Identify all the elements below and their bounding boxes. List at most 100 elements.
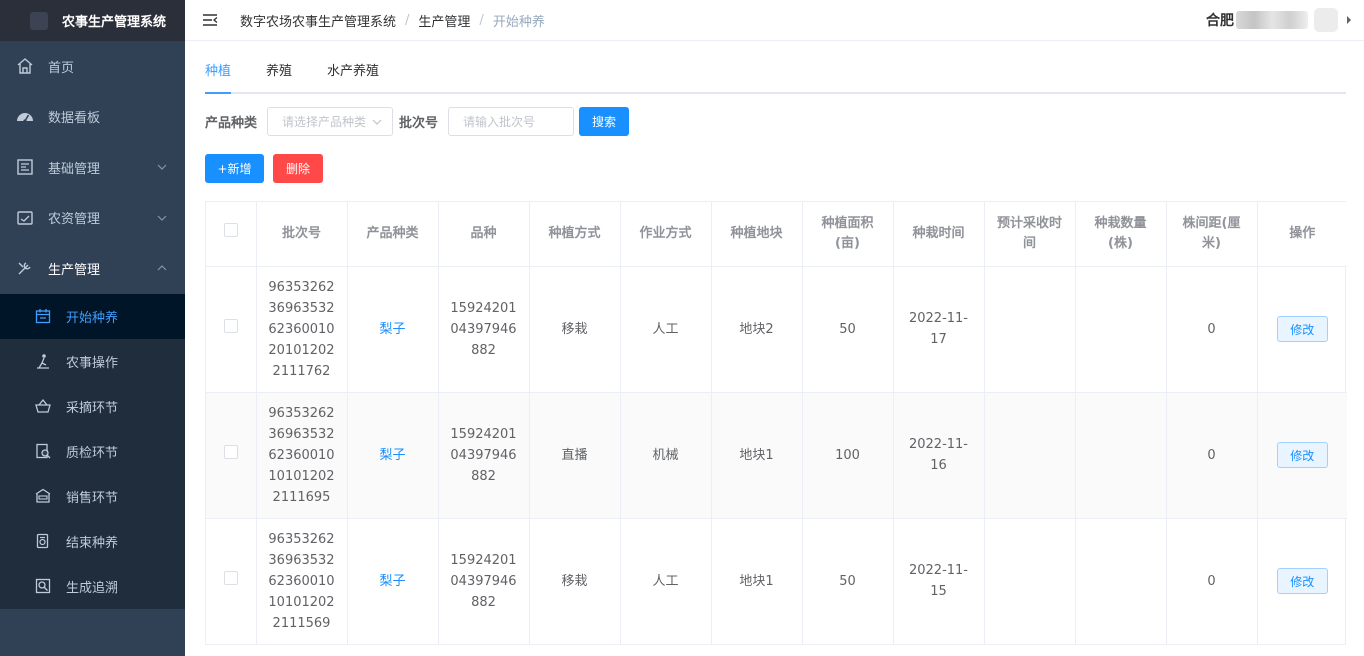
edit-button[interactable]: 修改 — [1276, 442, 1328, 468]
farm-operation-icon — [34, 352, 52, 370]
column-header: 品种 — [438, 202, 530, 267]
cell-area: 100 — [802, 392, 894, 519]
table-row[interactable]: 963532623696353262360010101012022111569 … — [206, 518, 1347, 644]
sidebar-item-production[interactable]: 生产管理 — [0, 243, 185, 294]
breadcrumb-item-system[interactable]: 数字农场农事生产管理系统 — [240, 11, 396, 30]
sidebar-item-label: 销售环节 — [66, 490, 119, 506]
sidebar-item-trace[interactable]: 生成追溯 — [0, 564, 185, 609]
inspection-icon — [34, 442, 52, 460]
production-icon — [16, 259, 34, 277]
logo[interactable]: 农事生产管理系统 — [0, 0, 185, 41]
calendar-icon — [34, 307, 52, 325]
column-header: 种植地块 — [711, 202, 803, 267]
chevron-down-icon — [372, 119, 382, 125]
trace-icon — [34, 577, 52, 595]
row-checkbox[interactable] — [223, 444, 238, 459]
column-header: 批次号 — [256, 202, 348, 267]
cell-harvest — [984, 266, 1076, 393]
chevron-down-icon — [157, 215, 167, 221]
tab-aquaculture[interactable]: 水产养殖 — [327, 52, 379, 92]
tab-planting[interactable]: 种植 — [205, 52, 232, 94]
column-header: 种植面积(亩) — [802, 202, 894, 267]
header-checkbox-cell — [206, 202, 257, 267]
cell-product-link[interactable]: 梨子 — [379, 448, 405, 463]
cell-variety: 1592420104397946882 — [438, 266, 530, 393]
breadcrumb: 数字农场农事生产管理系统 / 生产管理 / 开始种养 — [240, 11, 545, 30]
add-button[interactable]: +新增 — [205, 154, 264, 183]
sidebar-item-basic-manage[interactable]: 基础管理 — [0, 142, 185, 193]
sidebar-item-farm-operation[interactable]: 农事操作 — [0, 339, 185, 384]
app-root: 农事生产管理系统 首页 数据看板 基础管理 农资管理 生产管理 开始种养 农事操… — [0, 0, 1364, 656]
sidebar-item-label: 农资管理 — [48, 212, 101, 228]
sidebar-item-inspection[interactable]: 质检环节 — [0, 429, 185, 474]
cell-batch: 963532623696353262360010101012022111695 — [256, 392, 348, 519]
table-row[interactable]: 963532623696353262360010201012022111762 … — [206, 266, 1347, 393]
sidebar-item-harvest[interactable]: 采摘环节 — [0, 384, 185, 429]
logo-icon — [30, 11, 48, 30]
delete-button[interactable]: 删除 — [273, 154, 323, 183]
edit-button[interactable]: 修改 — [1276, 316, 1328, 342]
sidebar-item-dashboard[interactable]: 数据看板 — [0, 92, 185, 143]
select-all-checkbox[interactable] — [223, 223, 238, 238]
cell-plot: 地块1 — [711, 392, 803, 519]
table-row[interactable]: 963532623696353262360010101012022111695 … — [206, 392, 1347, 519]
sidebar-item-sales[interactable]: 销售环节 — [0, 474, 185, 519]
app-title: 农事生产管理系统 — [62, 15, 167, 30]
sidebar-item-label: 基础管理 — [48, 161, 101, 177]
caret-right-icon[interactable] — [1346, 16, 1352, 24]
product-type-select[interactable]: 请选择产品种类 — [267, 107, 394, 136]
sidebar-item-end-planting[interactable]: 结束种养 — [0, 519, 185, 564]
basket-icon — [34, 397, 52, 415]
cell-method: 直播 — [529, 392, 621, 519]
cell-operation: 人工 — [620, 518, 712, 644]
cell-batch: 963532623696353262360010101012022111569 — [256, 518, 348, 644]
column-header: 株间距(厘米) — [1166, 202, 1258, 267]
main-content: 种植 养殖 水产养殖 产品种类 请选择产品种类 批次号 搜索 +新增 删除 — [205, 41, 1347, 645]
sidebar-item-label: 质检环节 — [66, 445, 119, 461]
batch-input[interactable] — [448, 107, 575, 136]
supplies-icon — [16, 209, 34, 227]
user-menu[interactable]: 合肥 — [1206, 8, 1352, 32]
cell-area: 50 — [802, 266, 894, 393]
home-icon — [16, 57, 34, 75]
breadcrumb-separator: / — [405, 12, 410, 28]
cell-harvest — [984, 392, 1076, 519]
sidebar-item-supplies[interactable]: 农资管理 — [0, 193, 185, 244]
cell-batch: 963532623696353262360010201012022111762 — [256, 266, 348, 393]
cell-method: 移栽 — [529, 518, 621, 644]
breadcrumb-separator: / — [479, 12, 484, 28]
cell-spacing: 0 — [1166, 266, 1258, 393]
cell-date: 2022-11-15 — [893, 518, 985, 644]
cell-spacing: 0 — [1166, 518, 1258, 644]
product-type-label: 产品种类 — [205, 116, 258, 131]
column-header: 作业方式 — [620, 202, 712, 267]
column-header: 操作 — [1257, 202, 1347, 267]
avatar[interactable] — [1314, 8, 1338, 32]
search-button[interactable]: 搜索 — [579, 107, 630, 136]
cell-plot: 地块1 — [711, 518, 803, 644]
production-submenu: 开始种养 农事操作 采摘环节 质检环节 销售环节 结束种养 生成追溯 — [0, 293, 185, 609]
action-bar: +新增 删除 — [205, 154, 1346, 183]
sidebar-item-label: 数据看板 — [48, 111, 101, 127]
user-name: 合肥 — [1206, 13, 1234, 29]
sidebar-item-home[interactable]: 首页 — [0, 41, 185, 92]
user-name-blurred — [1236, 11, 1308, 29]
cell-product-link[interactable]: 梨子 — [379, 574, 405, 589]
cell-variety: 1592420104397946882 — [438, 392, 530, 519]
tab-breeding[interactable]: 养殖 — [266, 52, 292, 92]
sidebar-item-label: 结束种养 — [66, 535, 119, 551]
column-header: 产品种类 — [347, 202, 439, 267]
sidebar-menu: 首页 数据看板 基础管理 农资管理 生产管理 — [0, 41, 185, 294]
chevron-up-icon — [157, 265, 167, 271]
edit-button[interactable]: 修改 — [1276, 568, 1328, 595]
sidebar-item-start-planting[interactable]: 开始种养 — [0, 293, 185, 339]
product-type-placeholder: 请选择产品种类 — [282, 115, 367, 129]
row-checkbox[interactable] — [223, 318, 238, 333]
sidebar: 农事生产管理系统 首页 数据看板 基础管理 农资管理 生产管理 开始种养 农事操… — [0, 0, 185, 656]
filter-bar: 产品种类 请选择产品种类 批次号 搜索 — [205, 107, 1346, 136]
breadcrumb-item-production[interactable]: 生产管理 — [418, 11, 470, 30]
hamburger-icon[interactable] — [202, 12, 218, 28]
cell-product-link[interactable]: 梨子 — [379, 322, 405, 337]
row-checkbox[interactable] — [223, 570, 238, 585]
shop-icon — [34, 487, 52, 505]
